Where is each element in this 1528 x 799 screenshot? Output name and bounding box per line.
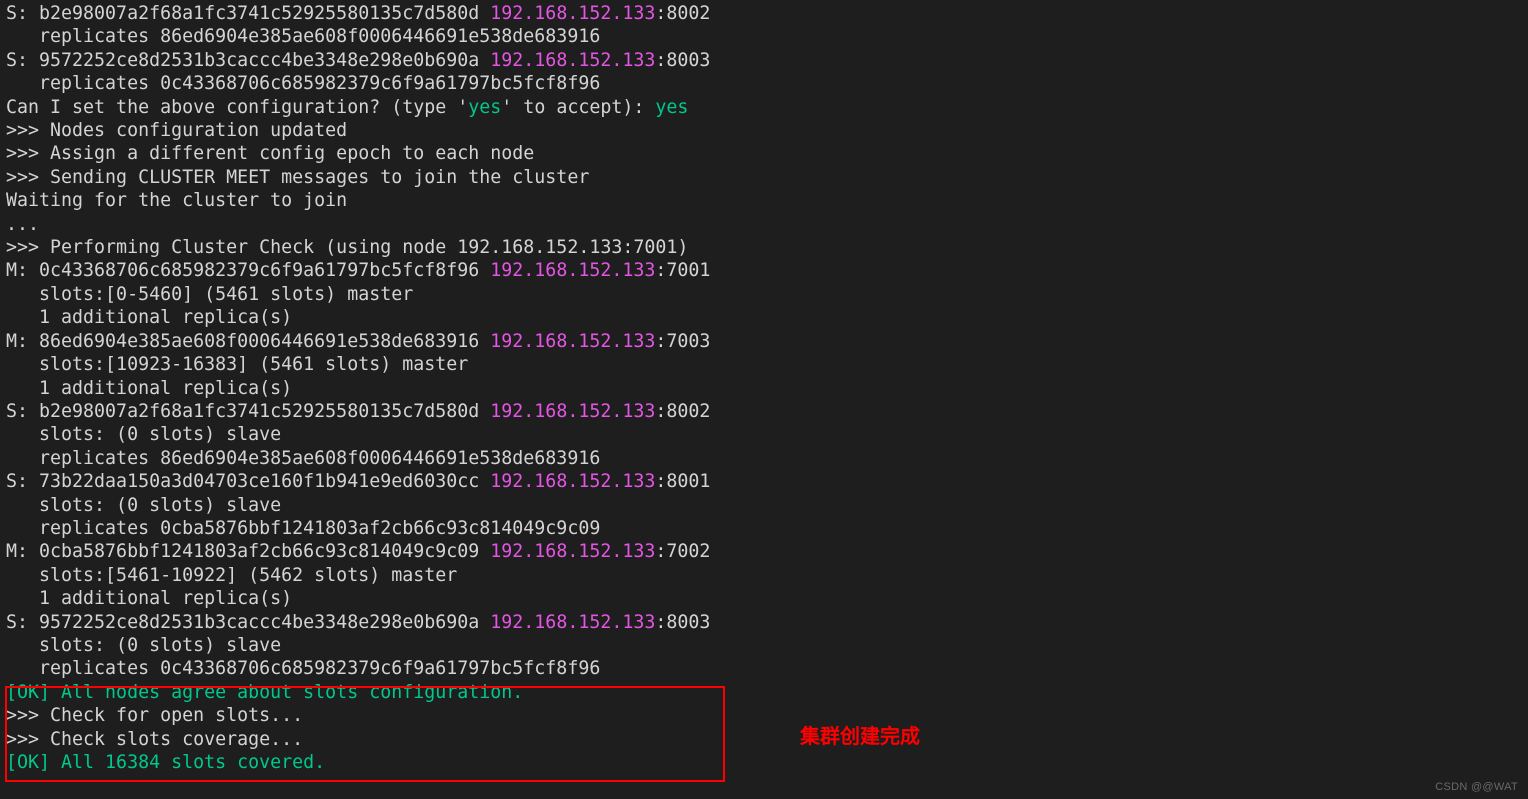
terminal-segment: replicates 86ed6904e385ae608f0006446691e…: [6, 448, 600, 469]
terminal-segment: :8002: [655, 401, 710, 422]
terminal-segment: slots: (0 slots) slave: [6, 495, 281, 516]
terminal-segment: S: 9572252ce8d2531b3caccc4be3348e298e0b6…: [6, 50, 490, 71]
terminal-segment: ' to accept):: [501, 97, 655, 118]
terminal-segment: M: 0c43368706c685982379c6f9a61797bc5fcf8…: [6, 260, 490, 281]
terminal-line: 1 additional replica(s): [6, 588, 292, 609]
terminal-segment: 1 additional replica(s): [6, 588, 292, 609]
terminal-line: ...: [6, 214, 39, 235]
terminal-segment: 192.168.152.133: [490, 401, 655, 422]
terminal-line: slots:[0-5460] (5461 slots) master: [6, 284, 413, 305]
terminal-segment: 192.168.152.133: [490, 50, 655, 71]
terminal-segment: :7001: [655, 260, 710, 281]
watermark-text: CSDN @@WAT: [1435, 781, 1518, 793]
terminal-segment: :8002: [655, 3, 710, 24]
terminal-line: S: b2e98007a2f68a1fc3741c52925580135c7d5…: [6, 401, 710, 422]
terminal-line: Can I set the above configuration? (type…: [6, 97, 688, 118]
terminal-line: >>> Nodes configuration updated: [6, 120, 347, 141]
terminal-segment: >>> Assign a different config epoch to e…: [6, 143, 534, 164]
terminal-line: [OK] All nodes agree about slots configu…: [6, 682, 523, 703]
terminal-line: S: 9572252ce8d2531b3caccc4be3348e298e0b6…: [6, 50, 710, 71]
terminal-segment: :8001: [655, 471, 710, 492]
terminal-output: S: b2e98007a2f68a1fc3741c52925580135c7d5…: [0, 0, 1528, 774]
terminal-line: M: 86ed6904e385ae608f0006446691e538de683…: [6, 331, 710, 352]
terminal-segment: 1 additional replica(s): [6, 378, 292, 399]
terminal-segment: :7002: [655, 541, 710, 562]
terminal-line: Waiting for the cluster to join: [6, 190, 347, 211]
terminal-line: M: 0c43368706c685982379c6f9a61797bc5fcf8…: [6, 260, 710, 281]
terminal-segment: slots:[5461-10922] (5462 slots) master: [6, 565, 457, 586]
terminal-segment: 192.168.152.133: [490, 260, 655, 281]
terminal-segment: replicates 0c43368706c685982379c6f9a6179…: [6, 73, 600, 94]
terminal-segment: 192.168.152.133: [490, 471, 655, 492]
terminal-segment: S: 9572252ce8d2531b3caccc4be3348e298e0b6…: [6, 612, 490, 633]
terminal-segment: >>> Check for open slots...: [6, 705, 303, 726]
terminal-line: S: 73b22daa150a3d04703ce160f1b941e9ed603…: [6, 471, 710, 492]
terminal-segment: >>> Performing Cluster Check (using node…: [6, 237, 688, 258]
terminal-segment: M: 86ed6904e385ae608f0006446691e538de683…: [6, 331, 490, 352]
terminal-line: 1 additional replica(s): [6, 378, 292, 399]
terminal-line: >>> Check for open slots...: [6, 705, 303, 726]
terminal-segment: slots:[0-5460] (5461 slots) master: [6, 284, 413, 305]
terminal-segment: S: b2e98007a2f68a1fc3741c52925580135c7d5…: [6, 401, 490, 422]
terminal-segment: ...: [6, 214, 39, 235]
terminal-line: >>> Performing Cluster Check (using node…: [6, 237, 688, 258]
terminal-segment: replicates 0c43368706c685982379c6f9a6179…: [6, 658, 600, 679]
terminal-segment: slots: (0 slots) slave: [6, 635, 281, 656]
terminal-segment: 192.168.152.133: [490, 612, 655, 633]
terminal-segment: 192.168.152.133: [490, 541, 655, 562]
terminal-line: [OK] All 16384 slots covered.: [6, 752, 325, 773]
terminal-line: replicates 0c43368706c685982379c6f9a6179…: [6, 658, 600, 679]
terminal-segment: 1 additional replica(s): [6, 307, 292, 328]
terminal-segment: M: 0cba5876bbf1241803af2cb66c93c814049c9…: [6, 541, 490, 562]
terminal-segment: 192.168.152.133: [490, 3, 655, 24]
terminal-segment: >>> Check slots coverage...: [6, 729, 303, 750]
terminal-line: >>> Sending CLUSTER MEET messages to joi…: [6, 167, 589, 188]
terminal-line: >>> Assign a different config epoch to e…: [6, 143, 534, 164]
terminal-segment: S: 73b22daa150a3d04703ce160f1b941e9ed603…: [6, 471, 490, 492]
terminal-segment: S: b2e98007a2f68a1fc3741c52925580135c7d5…: [6, 3, 490, 24]
terminal-segment: yes: [655, 97, 688, 118]
annotation-label: 集群创建完成: [800, 720, 920, 749]
terminal-line: replicates 0cba5876bbf1241803af2cb66c93c…: [6, 518, 600, 539]
terminal-segment: replicates 0cba5876bbf1241803af2cb66c93c…: [6, 518, 600, 539]
terminal-segment: >>> Nodes configuration updated: [6, 120, 347, 141]
terminal-line: slots: (0 slots) slave: [6, 635, 281, 656]
terminal-segment: Waiting for the cluster to join: [6, 190, 347, 211]
terminal-segment: yes: [468, 97, 501, 118]
terminal-line: >>> Check slots coverage...: [6, 729, 303, 750]
terminal-segment: slots: (0 slots) slave: [6, 424, 281, 445]
terminal-line: S: b2e98007a2f68a1fc3741c52925580135c7d5…: [6, 3, 710, 24]
terminal-segment: :8003: [655, 612, 710, 633]
terminal-segment: 192.168.152.133: [490, 331, 655, 352]
terminal-segment: :8003: [655, 50, 710, 71]
terminal-line: M: 0cba5876bbf1241803af2cb66c93c814049c9…: [6, 541, 710, 562]
terminal-segment: [OK] All 16384 slots covered.: [6, 752, 325, 773]
terminal-line: replicates 86ed6904e385ae608f0006446691e…: [6, 26, 600, 47]
terminal-segment: slots:[10923-16383] (5461 slots) master: [6, 354, 468, 375]
terminal-line: replicates 86ed6904e385ae608f0006446691e…: [6, 448, 600, 469]
terminal-line: slots: (0 slots) slave: [6, 424, 281, 445]
terminal-line: S: 9572252ce8d2531b3caccc4be3348e298e0b6…: [6, 612, 710, 633]
terminal-line: slots: (0 slots) slave: [6, 495, 281, 516]
terminal-line: 1 additional replica(s): [6, 307, 292, 328]
terminal-segment: [OK] All nodes agree about slots configu…: [6, 682, 523, 703]
terminal-segment: replicates 86ed6904e385ae608f0006446691e…: [6, 26, 600, 47]
terminal-line: slots:[5461-10922] (5462 slots) master: [6, 565, 457, 586]
terminal-segment: :7003: [655, 331, 710, 352]
terminal-line: slots:[10923-16383] (5461 slots) master: [6, 354, 468, 375]
terminal-segment: >>> Sending CLUSTER MEET messages to joi…: [6, 167, 589, 188]
terminal-segment: Can I set the above configuration? (type…: [6, 97, 468, 118]
terminal-line: replicates 0c43368706c685982379c6f9a6179…: [6, 73, 600, 94]
